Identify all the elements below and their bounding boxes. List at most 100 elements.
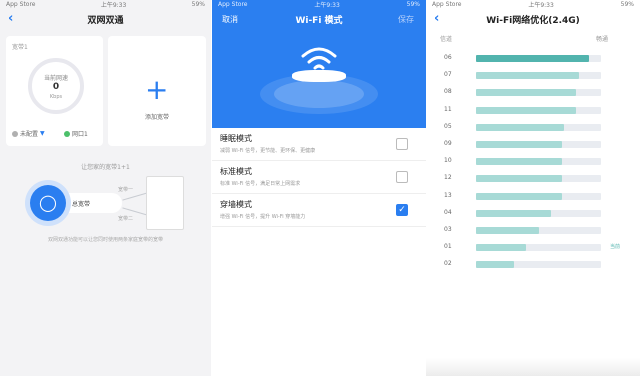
port-status: 网口1: [64, 129, 88, 138]
channel-bar: [476, 141, 563, 148]
add-bandwidth-card[interactable]: + 添加宽带: [108, 36, 206, 146]
mode-checkbox[interactable]: ✓: [396, 204, 408, 216]
channel-header: 信道: [440, 36, 453, 43]
battery-label: 59%: [620, 1, 634, 8]
dropdown-icon: ▼: [40, 130, 45, 137]
speed-gauge: 当前网速 0 Kbps: [28, 58, 84, 114]
page-title: 双网双通: [87, 15, 124, 26]
dual-wan-screen: App Store 上午9:33 59% ‹ 双网双通 宽带1 当前网速 0 K…: [0, 0, 211, 376]
current-channel-tag: 当前: [610, 244, 621, 251]
config-status-label: 未配置: [20, 131, 39, 138]
mode-desc: 增强 Wi-Fi 信号，提升 Wi-Fi 穿墙能力: [220, 214, 306, 220]
channel-number: 13: [444, 191, 452, 199]
cancel-button[interactable]: 取消: [222, 14, 238, 25]
current-speed-label: 当前网速: [43, 75, 68, 82]
channel-bar-track: [476, 244, 601, 252]
channel-row: 13: [426, 190, 640, 203]
ring-mid: [274, 80, 364, 108]
bottom-tip: 双网双通功能可以让您同时使用两条家庭宽带的宽带: [47, 237, 163, 243]
channel-number: 08: [444, 88, 452, 96]
page-title: Wi-Fi 模式: [295, 15, 343, 26]
channel-row: 08: [426, 86, 640, 99]
config-status[interactable]: 未配置 ▼: [12, 129, 45, 138]
channel-number: 11: [444, 105, 452, 113]
time-label: 上午9:33: [100, 2, 127, 9]
bandwidth-card[interactable]: 宽带1 当前网速 0 Kbps 未配置 ▼ 网口1: [6, 36, 103, 146]
channel-bar: [476, 158, 563, 166]
channel-row: 05: [426, 121, 640, 134]
tip-text: 让您家的宽带1+1: [81, 164, 130, 171]
channel-bar-track: [476, 72, 601, 80]
channel-row: 10: [426, 155, 640, 168]
channel-bar-track: [476, 261, 601, 269]
channel-bar: [476, 123, 564, 131]
globe-icon: ◯: [39, 193, 57, 212]
carrier-label: App Store: [218, 1, 248, 8]
mode-through-wall[interactable]: 穿墙模式 增强 Wi-Fi 信号，提升 Wi-Fi 穿墙能力 ✓: [212, 194, 426, 227]
channel-row: 06: [426, 52, 640, 65]
channel-bar: [476, 89, 576, 97]
channel-bar: [476, 72, 579, 80]
channel-number: 07: [444, 71, 452, 79]
total-bandwidth-label: 总宽带: [72, 201, 91, 208]
channel-row: 03: [426, 224, 640, 237]
quality-header: 畅通: [596, 36, 609, 43]
channel-bar-track: [476, 175, 601, 183]
back-icon[interactable]: ‹: [434, 12, 448, 26]
time-label: 上午9:33: [528, 2, 554, 9]
carrier-label: App Store: [6, 1, 36, 8]
mode-desc: 标准 Wi-Fi 信号，满足日常上网需求: [220, 181, 301, 187]
channel-row: 02: [426, 258, 640, 271]
channel-number: 06: [444, 54, 452, 61]
channel-number: 10: [444, 157, 452, 165]
status-bar: App Store 上午9:33 59%: [212, 0, 426, 9]
mode-title: 睡眠模式: [220, 134, 252, 143]
channel-row: 09: [426, 138, 640, 151]
channel-bar: [476, 175, 563, 183]
screenshot-frame: App Store 上午9:33 59% ‹ 双网双通 宽带1 当前网速 0 K…: [0, 0, 640, 376]
channel-number: 05: [444, 122, 452, 130]
back-icon[interactable]: ‹: [8, 12, 22, 26]
channel-number: 03: [444, 226, 452, 233]
battery-label: 59%: [191, 1, 205, 8]
channel-bar: [476, 192, 563, 200]
channel-bar-track: [476, 106, 601, 114]
page-title: Wi-Fi网络优化(2.4G): [486, 15, 580, 26]
mode-standard[interactable]: 标准模式 标准 Wi-Fi 信号，满足日常上网需求: [212, 161, 426, 194]
status-dot-icon: [12, 130, 18, 137]
bandwidth-label: 宽带1: [12, 44, 28, 51]
channel-number: 02: [444, 260, 452, 268]
channel-bar-track: [476, 158, 601, 166]
channel-bar-track: [476, 192, 601, 200]
channel-bar-track: [476, 227, 601, 234]
port-label: 网口1: [72, 131, 88, 138]
current-speed-value: 0: [52, 82, 60, 92]
channel-row: 11: [426, 104, 640, 117]
globe-hub: ◯: [30, 185, 66, 221]
save-button[interactable]: 保存: [398, 14, 414, 25]
channel-number: 12: [444, 174, 452, 182]
status-bar: App Store 上午9:33 59%: [0, 0, 211, 9]
channel-row: 04: [426, 207, 640, 220]
mode-title: 穿墙模式: [220, 200, 252, 209]
battery-label: 59%: [406, 1, 420, 8]
wifi-mode-screen: App Store 上午9:33 59% 取消 Wi-Fi 模式 保存 睡眠模式…: [212, 0, 426, 376]
mode-list: 睡眠模式 减弱 Wi-Fi 信号，更节能、更环保、更健康 标准模式 标准 Wi-…: [212, 128, 426, 227]
mode-sleep[interactable]: 睡眠模式 减弱 Wi-Fi 信号，更节能、更环保、更健康: [212, 128, 426, 161]
mode-desc: 减弱 Wi-Fi 信号，更节能、更环保、更健康: [220, 148, 316, 154]
floor-shadow: [426, 358, 640, 376]
channel-bar-track: [476, 55, 601, 62]
add-bandwidth-label: 添加宽带: [144, 114, 169, 121]
channel-bar: [476, 244, 526, 252]
channel-number: 09: [444, 140, 452, 147]
link2-label: 宽带二: [118, 216, 134, 222]
modem-image: [146, 176, 184, 230]
channel-bar-track: [476, 123, 601, 131]
mode-title: 标准模式: [220, 167, 252, 176]
mode-checkbox[interactable]: [396, 171, 408, 183]
mode-checkbox[interactable]: [396, 138, 408, 150]
nav-bar: 取消 Wi-Fi 模式 保存: [212, 9, 426, 29]
channel-bar-track: [476, 209, 601, 217]
nav-bar: ‹ Wi-Fi网络优化(2.4G): [426, 9, 640, 29]
link-line-1: [122, 192, 148, 201]
